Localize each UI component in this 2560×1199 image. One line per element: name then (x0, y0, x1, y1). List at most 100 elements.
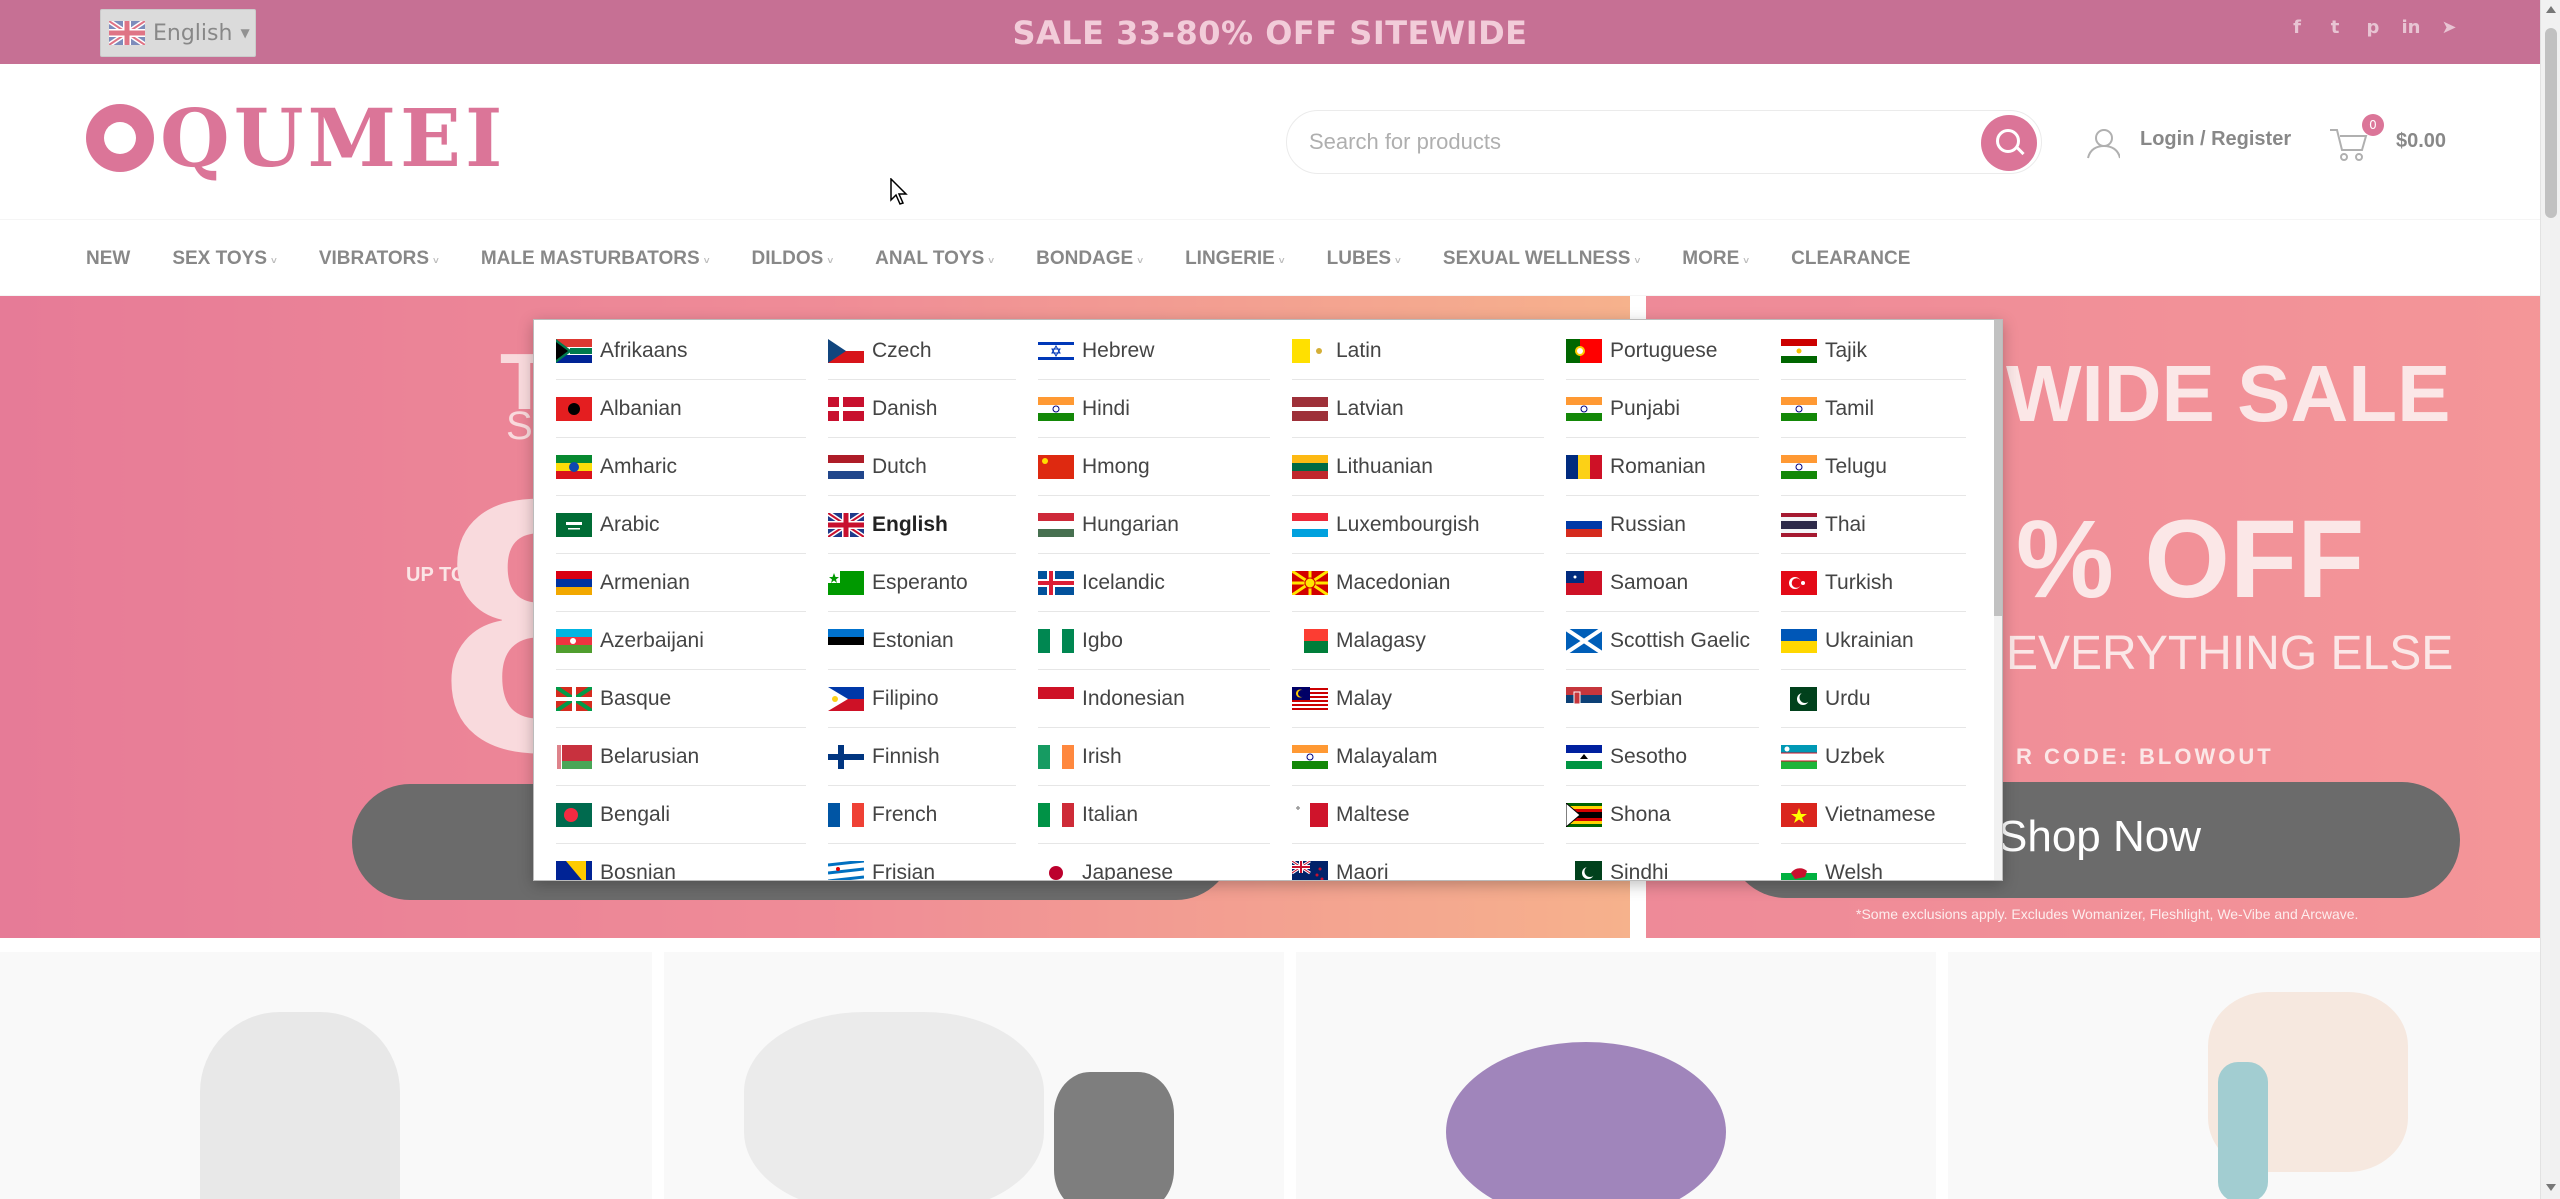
language-option-sesotho[interactable]: Sesotho (1566, 728, 1759, 786)
flag-et-icon (556, 454, 592, 479)
language-option-malayalam[interactable]: Malayalam (1292, 728, 1544, 786)
language-option-label: Luxembourgish (1336, 512, 1480, 536)
language-option-macedonian[interactable]: Macedonian (1291, 554, 1544, 612)
language-option-punjabi[interactable]: Punjabi (1566, 380, 1759, 438)
flag-tr-icon (1781, 570, 1817, 595)
flag-mg-icon (1292, 628, 1328, 653)
flag-am-icon (556, 570, 592, 595)
language-option-french[interactable]: French (828, 786, 1016, 844)
language-option-armenian[interactable]: Armenian (556, 554, 806, 612)
language-option-label: Hindi (1082, 396, 1130, 420)
language-option-maltese[interactable]: Maltese (1292, 786, 1544, 844)
language-option-luxembourgish[interactable]: Luxembourgish (1292, 496, 1544, 554)
language-option-malagasy[interactable]: Malagasy (1292, 612, 1544, 670)
language-option-albanian[interactable]: Albanian (556, 380, 806, 438)
language-option-label: Turkish (1825, 570, 1894, 594)
flag-ro-icon (1566, 454, 1602, 479)
language-option-filipino[interactable]: Filipino (828, 670, 1016, 728)
flag-az-icon (556, 628, 592, 653)
language-option-russian[interactable]: Russian (1566, 496, 1759, 554)
language-option-hungarian[interactable]: Hungarian (1038, 496, 1270, 554)
language-option-amharic[interactable]: Amharic (556, 438, 806, 496)
language-option-label: Albanian (600, 396, 682, 420)
dropdown-scroll-thumb[interactable] (1994, 320, 2002, 616)
page-scrollbar[interactable] (2540, 0, 2560, 1199)
language-option-czech[interactable]: Czech (828, 322, 1016, 380)
language-option-finnish[interactable]: Finnish (828, 728, 1016, 786)
flag-in-icon (1566, 396, 1602, 421)
language-option-hindi[interactable]: Hindi (1038, 380, 1270, 438)
flag-nl-icon (828, 454, 864, 479)
language-option-thai[interactable]: Thai (1781, 496, 1966, 554)
flag-nz-icon (1291, 859, 1328, 880)
language-option-estonian[interactable]: Estonian (828, 612, 1016, 670)
language-option-label: Vietnamese (1825, 802, 1936, 826)
language-dropdown-panel: Afrikaans Albanian Amharic Arabic Armenian Az… (533, 319, 2003, 881)
dropdown-scrollbar[interactable] (1994, 320, 2002, 880)
language-option-bengali[interactable]: Bengali (556, 786, 806, 844)
language-option-tamil[interactable]: Tamil (1781, 380, 1966, 438)
language-option-label: Sesotho (1610, 744, 1688, 768)
language-option-danish[interactable]: Danish (828, 380, 1016, 438)
language-option-latvian[interactable]: Latvian (1292, 380, 1544, 438)
language-option-samoan[interactable]: Samoan (1566, 554, 1759, 612)
language-option-azerbaijani[interactable]: Azerbaijani (556, 612, 806, 670)
flag-th-icon (1781, 512, 1817, 537)
language-option-hebrew[interactable]: Hebrew (1038, 322, 1270, 380)
flag-sco-icon (1564, 626, 1604, 655)
language-option-ukrainian[interactable]: Ukrainian (1781, 612, 1966, 670)
flag-va-icon (1292, 338, 1328, 363)
language-option-welsh[interactable]: Welsh (1781, 844, 1966, 880)
flag-lv-icon (1292, 396, 1328, 421)
language-option-label: Macedonian (1336, 570, 1451, 594)
language-option-latin[interactable]: Latin (1292, 322, 1544, 380)
language-option-portuguese[interactable]: Portuguese (1566, 322, 1759, 380)
flag-in-icon (1038, 396, 1074, 421)
language-option-basque[interactable]: Basque (554, 670, 806, 728)
language-option-urdu[interactable]: Urdu (1781, 670, 1966, 728)
page-scroll-thumb[interactable] (2545, 28, 2557, 218)
language-option-belarusian[interactable]: Belarusian (556, 728, 806, 786)
language-option-malay[interactable]: Malay (1292, 670, 1544, 728)
language-option-serbian[interactable]: Serbian (1566, 670, 1759, 728)
flag-ph-icon (828, 686, 864, 711)
flag-fr-icon (828, 802, 864, 827)
language-option-hmong[interactable]: Hmong (1038, 438, 1270, 496)
language-option-igbo[interactable]: Igbo (1038, 612, 1270, 670)
flag-my-icon (1292, 686, 1328, 711)
language-option-label: Bengali (600, 802, 671, 826)
language-option-shona[interactable]: Shona (1565, 786, 1759, 844)
language-option-label: Danish (872, 396, 938, 420)
language-option-bosnian[interactable]: Bosnian (556, 844, 806, 880)
language-option-label: Irish (1082, 744, 1122, 768)
language-option-tajik[interactable]: Tajik (1781, 322, 1966, 380)
language-option-irish[interactable]: Irish (1038, 728, 1270, 786)
language-option-indonesian[interactable]: Indonesian (1038, 670, 1270, 728)
language-option-label: Lithuanian (1336, 454, 1433, 478)
language-option-romanian[interactable]: Romanian (1566, 438, 1759, 496)
language-option-afrikaans[interactable]: Afrikaans (556, 322, 806, 380)
flag-uz-icon (1781, 744, 1817, 769)
language-option-uzbek[interactable]: Uzbek (1781, 728, 1966, 786)
language-option-scottish-gaelic[interactable]: Scottish Gaelic (1564, 612, 1759, 670)
language-option-italian[interactable]: Italian (1038, 786, 1270, 844)
language-option-esperanto[interactable]: Esperanto (828, 554, 1016, 612)
language-option-label: Serbian (1610, 686, 1683, 710)
flag-cz-icon (828, 338, 864, 363)
language-option-sindhi[interactable]: Sindhi (1566, 844, 1759, 880)
language-option-telugu[interactable]: Telugu (1781, 438, 1966, 496)
flag-lu-icon (1292, 512, 1328, 537)
language-option-dutch[interactable]: Dutch (828, 438, 1016, 496)
scroll-up-arrow-icon[interactable] (2546, 6, 2556, 13)
flag-jp-icon (1038, 860, 1074, 880)
language-option-japanese[interactable]: Japanese (1038, 844, 1270, 880)
language-option-arabic[interactable]: Arabic (556, 496, 806, 554)
language-option-frisian[interactable]: Frisian (827, 844, 1016, 880)
language-option-english[interactable]: English (826, 496, 1016, 554)
language-option-vietnamese[interactable]: Vietnamese (1781, 786, 1966, 844)
language-option-icelandic[interactable]: Icelandic (1038, 554, 1270, 612)
scroll-down-arrow-icon[interactable] (2546, 1184, 2556, 1191)
language-option-lithuanian[interactable]: Lithuanian (1292, 438, 1544, 496)
language-option-turkish[interactable]: Turkish (1781, 554, 1966, 612)
language-option-maori[interactable]: Maori (1291, 844, 1544, 880)
